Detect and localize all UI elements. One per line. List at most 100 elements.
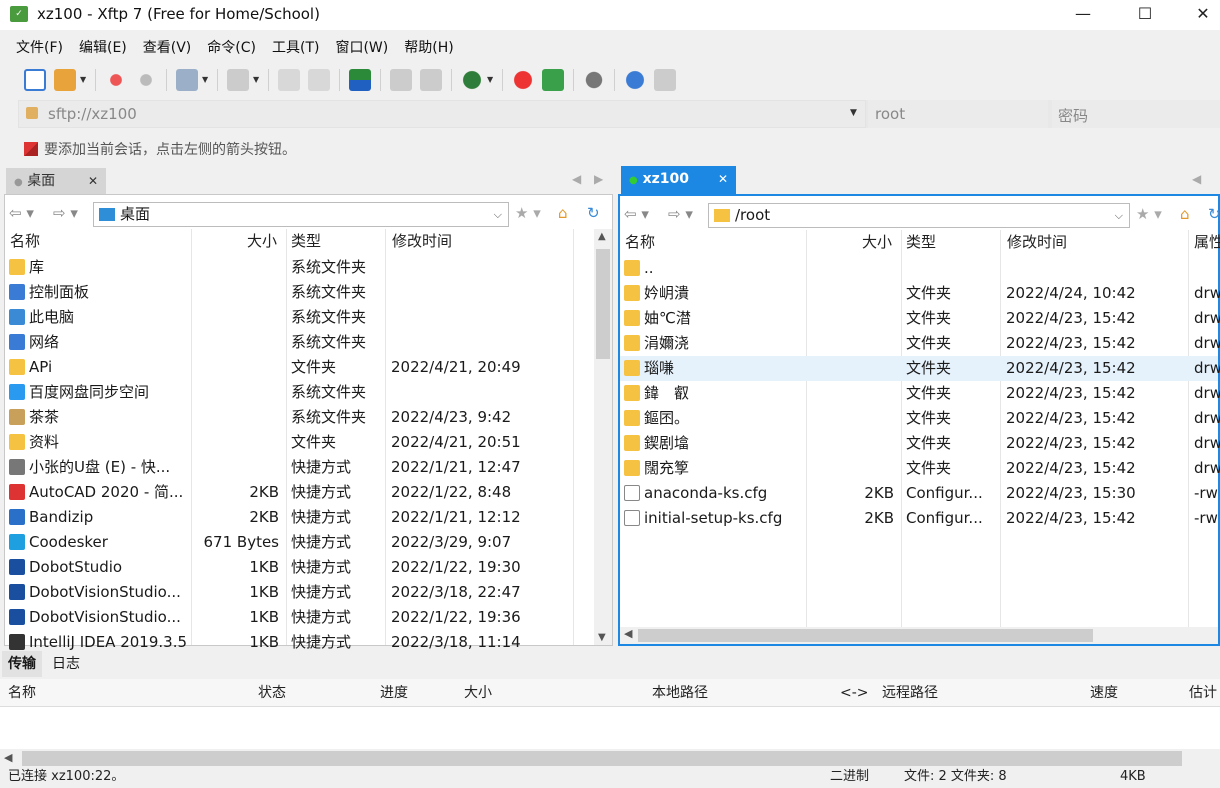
gear-icon[interactable] bbox=[583, 69, 605, 91]
chat-icon[interactable] bbox=[654, 69, 676, 91]
host-input[interactable] bbox=[18, 100, 866, 128]
scroll-thumb[interactable] bbox=[22, 751, 1182, 766]
remote-horizontal-scrollbar[interactable]: ◀ bbox=[620, 627, 1218, 644]
col-transfer-status[interactable]: 状态 bbox=[258, 679, 286, 707]
col-transfer-remote-path[interactable]: 远程路径 bbox=[882, 679, 938, 707]
table-row[interactable]: 闊充箰 文件夹 2022/4/23, 15:42 drw bbox=[620, 456, 1220, 481]
table-row[interactable]: AutoCAD 2020 - 简... 2KB 快捷方式 2022/1/22, 8:4… bbox=[5, 480, 612, 505]
tab-left-arrow-icon[interactable]: ◀ bbox=[572, 172, 581, 186]
table-row[interactable]: 小张的U盘 (E) - 快... 快捷方式 2022/1/21, 12:47 bbox=[5, 455, 612, 480]
col-type[interactable]: 类型 bbox=[906, 230, 936, 254]
col-transfer-size[interactable]: 大小 bbox=[464, 679, 492, 707]
col-mtime[interactable]: 修改时间 bbox=[392, 229, 452, 253]
close-tab-icon[interactable]: ✕ bbox=[88, 168, 98, 194]
local-vertical-scrollbar[interactable]: ▲ ▼ bbox=[594, 229, 612, 645]
disconnect-icon[interactable] bbox=[105, 69, 127, 91]
transfer-horizontal-scrollbar[interactable]: ◀ bbox=[0, 749, 1220, 769]
tab-log[interactable]: 日志 bbox=[46, 651, 86, 677]
host-dropdown-icon[interactable]: ▼ bbox=[850, 108, 857, 118]
scroll-left-icon[interactable]: ◀ bbox=[624, 627, 632, 640]
table-row[interactable]: DobotVisionStudio... 1KB 快捷方式 2022/3/18, 22… bbox=[5, 580, 612, 605]
table-row[interactable]: 妗岄潰 文件夹 2022/4/24, 10:42 drw bbox=[620, 281, 1220, 306]
maximize-button[interactable]: ☐ bbox=[1122, 0, 1168, 30]
remote-path-input[interactable]: /root ⌵ bbox=[708, 203, 1130, 228]
encoding-dropdown-icon[interactable]: ▼ bbox=[487, 69, 495, 91]
properties-icon[interactable] bbox=[176, 69, 198, 91]
table-row[interactable]: initial-setup-ks.cfg 2KB Configur... 2022/4… bbox=[620, 506, 1218, 531]
globe-icon[interactable] bbox=[461, 69, 483, 91]
open-dropdown-icon[interactable]: ▼ bbox=[80, 69, 88, 91]
bookmark-star-icon[interactable]: ★ ▾ bbox=[1136, 205, 1162, 223]
back-icon[interactable]: ⇦ ▾ bbox=[9, 204, 34, 222]
tab-local[interactable]: ● 桌面 ✕ bbox=[6, 168, 106, 194]
col-size[interactable]: 大小 bbox=[247, 229, 277, 253]
col-name[interactable]: 名称 bbox=[625, 230, 655, 254]
scroll-thumb[interactable] bbox=[638, 629, 1093, 642]
table-row[interactable]: Bandizip 2KB 快捷方式 2022/1/21, 12:12 bbox=[5, 505, 612, 530]
download-icon[interactable] bbox=[420, 69, 442, 91]
col-transfer-direction[interactable]: <-> bbox=[840, 679, 869, 707]
table-row[interactable]: 茶茶 系统文件夹 2022/4/23, 9:42 bbox=[5, 405, 612, 430]
xftp-new-window-icon[interactable] bbox=[542, 69, 564, 91]
menu-view[interactable]: 查看(V) bbox=[135, 36, 200, 60]
tab-right-arrow-icon[interactable]: ▶ bbox=[594, 172, 603, 186]
home-folder-icon[interactable]: ⌂ bbox=[1180, 205, 1190, 223]
refresh-icon[interactable]: ↻ bbox=[587, 204, 600, 222]
reconnect-icon[interactable] bbox=[135, 69, 157, 91]
red-arrow-icon[interactable] bbox=[24, 142, 38, 156]
table-row[interactable]: anaconda-ks.cfg 2KB Configur... 2022/4/23, … bbox=[620, 481, 1218, 506]
col-mtime[interactable]: 修改时间 bbox=[1007, 230, 1067, 254]
bookmark-star-icon[interactable]: ★ ▾ bbox=[515, 204, 541, 222]
table-row[interactable]: 鏂囨。 文件夹 2022/4/23, 15:42 drw bbox=[620, 406, 1220, 431]
col-transfer-local-path[interactable]: 本地路径 bbox=[652, 679, 708, 707]
new-session-icon[interactable] bbox=[24, 69, 46, 91]
col-name[interactable]: 名称 bbox=[10, 229, 40, 253]
table-row[interactable]: 鍏 叡 文件夹 2022/4/23, 15:42 drw bbox=[620, 381, 1220, 406]
table-row[interactable]: DobotVisionStudio... 1KB 快捷方式 2022/1/22, 19… bbox=[5, 605, 612, 630]
minimize-button[interactable]: — bbox=[1060, 0, 1106, 30]
refresh-icon[interactable]: ↻ bbox=[1208, 205, 1220, 223]
close-button[interactable]: ✕ bbox=[1180, 0, 1220, 30]
scroll-up-icon[interactable]: ▲ bbox=[598, 231, 606, 242]
local-path-input[interactable]: 桌面 ⌵ bbox=[93, 202, 509, 227]
xshell-icon[interactable] bbox=[512, 69, 534, 91]
close-tab-icon[interactable]: ✕ bbox=[718, 166, 728, 192]
table-row[interactable]: DobotStudio 1KB 快捷方式 2022/1/22, 19:30 bbox=[5, 555, 612, 580]
menu-tools[interactable]: 工具(T) bbox=[264, 36, 327, 60]
table-row[interactable]: 瑙嗛 文件夹 2022/4/23, 15:42 drw bbox=[620, 356, 1220, 381]
sync-transfer-icon[interactable] bbox=[349, 69, 371, 91]
chevron-down-icon[interactable]: ⌵ bbox=[494, 203, 502, 226]
col-size[interactable]: 大小 bbox=[862, 230, 892, 254]
table-row[interactable]: 妯℃澘 文件夹 2022/4/23, 15:42 drw bbox=[620, 306, 1220, 331]
col-type[interactable]: 类型 bbox=[291, 229, 321, 253]
forward-icon[interactable]: ⇨ ▾ bbox=[53, 204, 78, 222]
table-row[interactable]: .. bbox=[620, 256, 1218, 281]
table-row[interactable]: Coodesker 671 Bytes 快捷方式 2022/3/29, 9:07 bbox=[5, 530, 612, 555]
tab-left-arrow-icon[interactable]: ◀ bbox=[1192, 172, 1201, 186]
properties-dropdown-icon[interactable]: ▼ bbox=[202, 69, 210, 91]
col-attr[interactable]: 属性 bbox=[1194, 230, 1220, 254]
menu-window[interactable]: 窗口(W) bbox=[327, 36, 396, 60]
table-row[interactable]: APi 文件夹 2022/4/21, 20:49 bbox=[5, 355, 612, 380]
menu-help[interactable]: 帮助(H) bbox=[396, 36, 461, 60]
terminal-icon[interactable] bbox=[227, 69, 249, 91]
table-row[interactable]: 控制面板 系统文件夹 bbox=[5, 280, 612, 305]
table-row[interactable]: 网络 系统文件夹 bbox=[5, 330, 612, 355]
terminal-dropdown-icon[interactable]: ▼ bbox=[253, 69, 261, 91]
chevron-down-icon[interactable]: ⌵ bbox=[1115, 204, 1123, 227]
scroll-down-icon[interactable]: ▼ bbox=[598, 632, 606, 643]
col-transfer-speed[interactable]: 速度 bbox=[1090, 679, 1118, 707]
menu-file[interactable]: 文件(F) bbox=[8, 36, 71, 60]
tab-remote[interactable]: ● xz100 ✕ bbox=[621, 166, 736, 194]
col-transfer-progress[interactable]: 进度 bbox=[380, 679, 408, 707]
help-icon[interactable] bbox=[624, 69, 646, 91]
paste-icon[interactable] bbox=[308, 69, 330, 91]
scroll-thumb[interactable] bbox=[596, 249, 610, 359]
forward-icon[interactable]: ⇨ ▾ bbox=[668, 205, 693, 223]
menu-edit[interactable]: 编辑(E) bbox=[71, 36, 135, 60]
upload-icon[interactable] bbox=[390, 69, 412, 91]
col-transfer-name[interactable]: 名称 bbox=[8, 679, 36, 707]
tab-transfer[interactable]: 传输 bbox=[2, 651, 42, 677]
menu-command[interactable]: 命令(C) bbox=[199, 36, 264, 60]
col-transfer-eta[interactable]: 估计 bbox=[1189, 679, 1217, 707]
